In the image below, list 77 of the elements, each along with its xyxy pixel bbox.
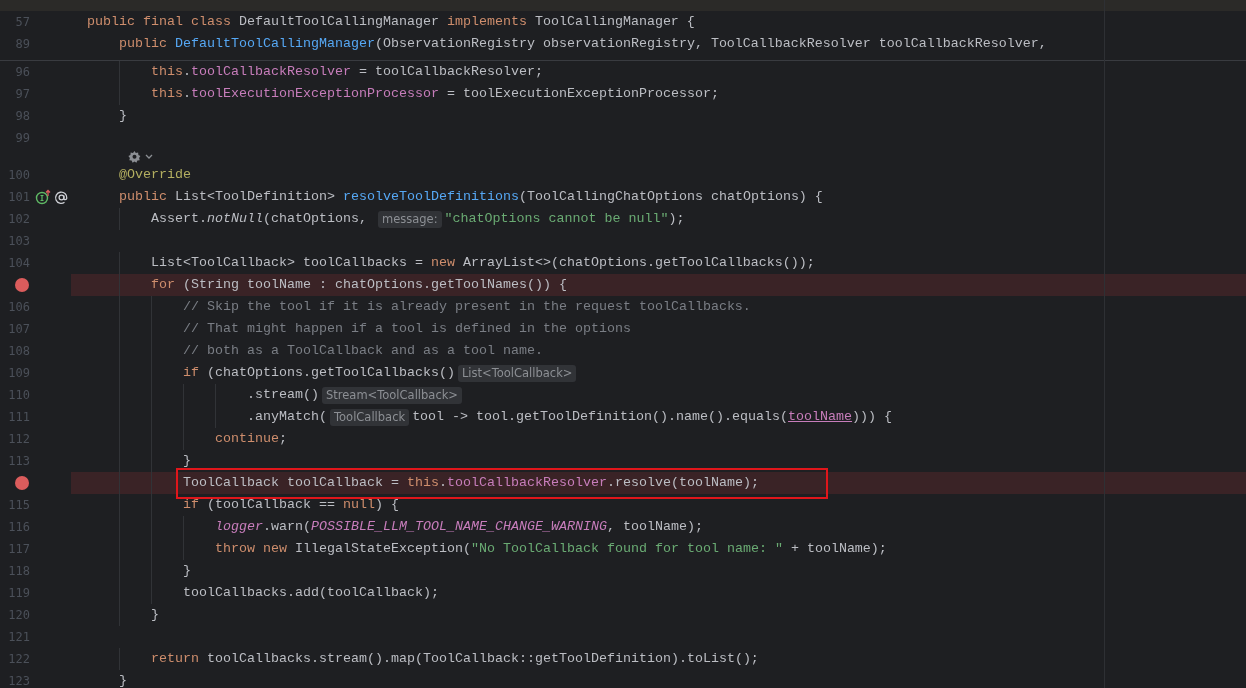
keyword: continue xyxy=(215,430,279,448)
code-text: List<ToolCallback> toolCallbacks = xyxy=(151,254,424,272)
method-call: notNull xyxy=(207,210,263,228)
chevron-down-icon[interactable] xyxy=(145,153,153,160)
keyword: return xyxy=(151,650,199,668)
code-text: = toolCallbackResolver; xyxy=(357,63,543,81)
inlay-hint: message: xyxy=(378,210,442,228)
code-text: . xyxy=(183,63,191,81)
keyword: null xyxy=(342,496,375,514)
code-comment: // Skip the tool if it is already present in the request toolCallbacks. xyxy=(183,298,751,316)
field-name: toolCallbackResolver xyxy=(446,474,607,492)
keyword: implements xyxy=(446,13,527,31)
keyword: public final class xyxy=(87,13,231,31)
method-name: DefaultToolCallingManager xyxy=(174,35,375,53)
code-text: (String toolName : chatOptions.getToolNames()) { xyxy=(182,276,567,294)
keyword: throw new xyxy=(215,540,287,558)
keyword: this xyxy=(151,63,183,81)
inlay-hint: ToolCallback xyxy=(330,408,410,426)
keyword: this xyxy=(406,474,439,492)
keyword: public xyxy=(119,35,167,53)
code-text: } xyxy=(183,562,191,580)
code-text: , toolName); xyxy=(606,518,703,536)
code-text: } xyxy=(151,606,159,624)
keyword: for xyxy=(151,276,175,294)
code-text: } xyxy=(119,672,127,688)
code-text: (ObservationRegistry observationRegistry, ToolCallbackResolver toolCallbackResolver, xyxy=(374,35,1047,53)
code-text: . xyxy=(438,474,447,492)
keyword: new xyxy=(430,254,455,272)
code-text: ); xyxy=(668,210,685,228)
code-text: .warn( xyxy=(263,518,311,536)
string-literal: "chatOptions cannot be null" xyxy=(444,210,669,228)
code-text: .resolve(toolName); xyxy=(606,474,759,492)
code-text: ArrayList<>(chatOptions.getToolCallbacks()); xyxy=(461,254,815,272)
keyword: this xyxy=(151,85,183,103)
code-text: (chatOptions.getToolCallbacks() xyxy=(206,364,455,382)
code-text: Assert. xyxy=(151,210,207,228)
breakpoint-icon[interactable] xyxy=(15,476,29,490)
keyword: public xyxy=(119,188,167,206)
inlay-hint: Stream<ToolCallback> xyxy=(322,386,462,404)
code-comment: // That might happen if a tool is defined in the options xyxy=(183,320,631,338)
code-text: } xyxy=(183,452,191,470)
variable-reference: toolName xyxy=(788,408,853,426)
code-text: .stream() xyxy=(247,386,319,404)
static-field: POSSIBLE_LLM_TOOL_NAME_CHANGE_WARNING xyxy=(311,517,607,537)
code-text: (chatOptions, xyxy=(263,210,368,228)
code-text: .anyMatch( xyxy=(247,408,327,426)
code-text: IllegalStateException( xyxy=(293,540,471,558)
implementation-icon[interactable] xyxy=(35,189,51,205)
code-text: ) { xyxy=(374,496,399,514)
code-text: ToolCallingManager { xyxy=(533,13,695,31)
keyword: if xyxy=(183,364,199,382)
string-literal: "No ToolCallback found for tool name: " xyxy=(470,540,783,558)
code-text: toolCallbacks.stream().map(ToolCallback::getToolDefinition).toList(); xyxy=(206,650,759,668)
keyword: if xyxy=(183,496,199,514)
breakpoint-icon[interactable] xyxy=(15,278,29,292)
code-text: ; xyxy=(279,430,287,448)
code-text: = toolExecutionExceptionProcessor; xyxy=(445,85,719,103)
annotation-icon[interactable] xyxy=(54,189,69,205)
code-text: (toolCallback == xyxy=(206,496,336,514)
static-field: logger xyxy=(215,517,263,537)
code-text: DefaultToolCallingManager xyxy=(237,13,440,31)
annotation: @Override xyxy=(119,166,191,184)
code-text: tool -> tool.getToolDefinition().name().equals( xyxy=(412,408,789,426)
method-name: resolveToolDefinitions xyxy=(342,188,519,206)
code-text: ))) { xyxy=(852,408,893,426)
code-text: ToolCallback toolCallback = xyxy=(183,474,400,492)
code-text: (ToolCallingChatOptions chatOptions) { xyxy=(518,188,823,206)
field-name: toolCallbackResolver xyxy=(191,63,351,81)
inlay-hint: List<ToolCallback> xyxy=(457,364,577,382)
field-name: toolExecutionExceptionProcessor xyxy=(191,85,439,103)
code-comment: // both as a ToolCallback and as a tool name. xyxy=(183,342,543,360)
code-text: . xyxy=(183,85,191,103)
gear-icon[interactable] xyxy=(128,150,141,163)
code-text: + toolName); xyxy=(789,540,887,558)
code-text: } xyxy=(119,107,127,125)
code-text: List<ToolDefinition> xyxy=(174,188,336,206)
code-text: toolCallbacks.add(toolCallback); xyxy=(183,584,439,602)
